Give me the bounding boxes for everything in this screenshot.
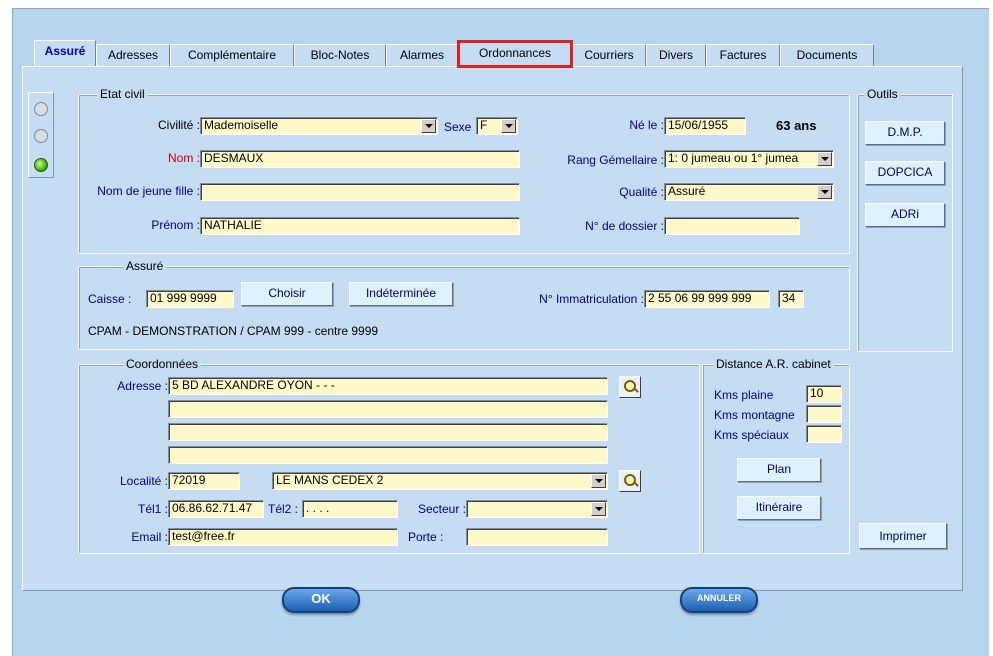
email-label: Email : bbox=[131, 530, 168, 544]
dopcica-button[interactable]: DOPCICA bbox=[865, 161, 945, 185]
itineraire-button[interactable]: Itinéraire bbox=[737, 496, 821, 520]
dmp-button[interactable]: D.M.P. bbox=[865, 121, 945, 145]
ok-button[interactable]: OK bbox=[282, 587, 360, 613]
tab-adresses[interactable]: Adresses bbox=[96, 44, 170, 66]
tab-factures[interactable]: Factures bbox=[706, 44, 780, 66]
nom-label: Nom : bbox=[167, 151, 200, 165]
distance-legend: Distance A.R. cabinet bbox=[713, 357, 834, 371]
caisse-field[interactable]: 01 999 9999 bbox=[146, 290, 234, 308]
qualite-select[interactable]: Assuré bbox=[664, 183, 834, 201]
caisse-label: Caisse : bbox=[88, 292, 132, 306]
tab-assure[interactable]: Assuré bbox=[34, 40, 96, 66]
ville-select[interactable]: LE MANS CEDEX 2 bbox=[272, 472, 608, 490]
code-postal-field[interactable]: 72019 bbox=[168, 472, 240, 490]
chevron-down-icon[interactable] bbox=[501, 119, 516, 133]
localite-label: Localité : bbox=[119, 474, 168, 488]
choisir-button[interactable]: Choisir bbox=[241, 282, 333, 306]
tel1-label: Tél1 : bbox=[137, 502, 168, 516]
chevron-down-icon[interactable] bbox=[817, 152, 832, 166]
chevron-down-icon[interactable] bbox=[591, 474, 606, 488]
annuler-button[interactable]: ANNULER bbox=[680, 587, 758, 613]
adresse-line-1[interactable]: 5 BD ALEXANDRE OYON - - - bbox=[168, 377, 608, 395]
porte-label: Porte : bbox=[408, 530, 444, 544]
adresse-label: Adresse : bbox=[117, 379, 168, 393]
tel2-label: Tél2 : bbox=[268, 502, 299, 516]
civilite-value: Mademoiselle bbox=[204, 118, 279, 132]
localite-search-icon[interactable] bbox=[619, 470, 641, 492]
immatriculation-field[interactable]: 2 55 06 99 999 999 bbox=[644, 290, 770, 308]
caisse-name: CPAM - DEMONSTRATION / CPAM 999 - centre… bbox=[88, 324, 379, 338]
sexe-value: F bbox=[480, 118, 488, 132]
address-search-icon[interactable] bbox=[619, 376, 641, 398]
assure-legend: Assuré bbox=[123, 259, 167, 273]
kms-plaine-field[interactable]: 10 bbox=[806, 385, 842, 403]
adresse-line-2[interactable] bbox=[168, 400, 608, 418]
kms-speciaux-label: Kms spéciaux bbox=[714, 428, 789, 442]
secteur-select[interactable] bbox=[466, 500, 608, 518]
rang-gemellaire-label: Rang Gémellaire : bbox=[567, 153, 664, 167]
dossier-field[interactable] bbox=[664, 217, 800, 235]
prenom-label: Prénom : bbox=[151, 218, 200, 232]
jeune-fille-label: Nom de jeune fille : bbox=[97, 184, 200, 198]
age-value: 63 ans bbox=[776, 118, 817, 133]
indeterminee-button[interactable]: Indéterminée bbox=[349, 282, 453, 306]
tab-divers[interactable]: Divers bbox=[646, 44, 706, 66]
tab-alarmes[interactable]: Alarmes bbox=[386, 44, 458, 66]
imprimer-button[interactable]: Imprimer bbox=[859, 523, 947, 549]
kms-plaine-label: Kms plaine bbox=[714, 388, 774, 402]
chevron-down-icon[interactable] bbox=[591, 502, 606, 516]
rang-gemellaire-value: 1: 0 jumeau ou 1° jumea bbox=[668, 151, 799, 165]
adresse-line-4[interactable] bbox=[168, 446, 608, 464]
etat-civil-legend: Etat civil bbox=[97, 87, 148, 101]
secteur-label: Secteur : bbox=[417, 502, 466, 516]
tel2-field[interactable]: . . . . bbox=[302, 500, 398, 518]
status-light-green-icon bbox=[34, 158, 48, 172]
date-naissance-field[interactable]: 15/06/1955 bbox=[664, 117, 746, 135]
kms-montagne-field[interactable] bbox=[806, 405, 842, 423]
tab-bloc-notes[interactable]: Bloc-Notes bbox=[294, 44, 386, 66]
chevron-down-icon[interactable] bbox=[421, 119, 436, 133]
immatriculation-label: N° Immatriculation : bbox=[539, 292, 644, 306]
porte-field[interactable] bbox=[466, 528, 608, 546]
jeune-fille-field[interactable] bbox=[200, 183, 520, 201]
rang-gemellaire-select[interactable]: 1: 0 jumeau ou 1° jumea bbox=[664, 150, 834, 168]
nom-field[interactable]: DESMAUX bbox=[200, 150, 520, 168]
kms-montagne-label: Kms montagne bbox=[714, 408, 795, 422]
tab-documents[interactable]: Documents bbox=[780, 44, 874, 66]
tel1-field[interactable]: 06.86.62.71.47 bbox=[168, 500, 264, 518]
coordonnees-legend: Coordonnées bbox=[123, 357, 202, 371]
adri-button[interactable]: ADRi bbox=[865, 203, 945, 227]
plan-button[interactable]: Plan bbox=[737, 458, 821, 482]
dossier-label: N° de dossier : bbox=[585, 219, 664, 233]
status-light-off-icon bbox=[34, 102, 48, 116]
sexe-select[interactable]: F bbox=[476, 117, 518, 135]
email-field[interactable]: test@free.fr bbox=[168, 528, 398, 546]
tab-courriers[interactable]: Courriers bbox=[572, 44, 646, 66]
qualite-value: Assuré bbox=[668, 184, 706, 198]
status-light-off-icon bbox=[34, 129, 48, 143]
civilite-select[interactable]: Mademoiselle bbox=[200, 117, 438, 135]
kms-speciaux-field[interactable] bbox=[806, 425, 842, 443]
outils-legend: Outils bbox=[864, 87, 901, 101]
sexe-label: Sexe bbox=[444, 120, 472, 134]
immatriculation-key-field[interactable]: 34 bbox=[778, 290, 804, 308]
qualite-label: Qualité : bbox=[619, 185, 664, 199]
ne-le-label: Né le : bbox=[629, 118, 664, 132]
ville-value: LE MANS CEDEX 2 bbox=[276, 473, 384, 487]
tab-complementaire[interactable]: Complémentaire bbox=[170, 44, 294, 66]
civilite-label: Civilité : bbox=[157, 118, 200, 132]
adresse-line-3[interactable] bbox=[168, 423, 608, 441]
chevron-down-icon[interactable] bbox=[817, 185, 832, 199]
tab-ordonnances[interactable]: Ordonnances bbox=[457, 40, 573, 68]
prenom-field[interactable]: NATHALIE bbox=[200, 217, 520, 235]
